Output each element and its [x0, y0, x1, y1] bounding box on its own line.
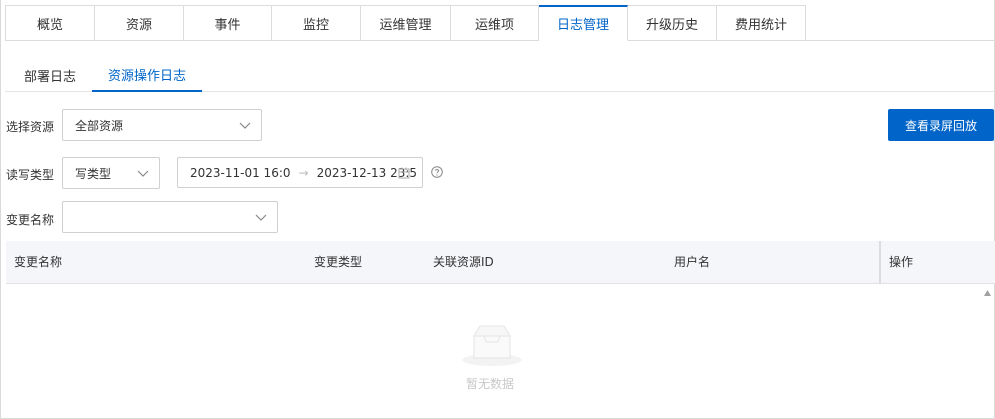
- change-name-label: 变更名称: [6, 213, 55, 227]
- time-range-picker[interactable]: 2023-11-01 16:0 → 2023-12-13 23:5: [177, 157, 423, 188]
- tab-overview[interactable]: 概览: [5, 5, 95, 41]
- tab-log-management[interactable]: 日志管理: [539, 5, 628, 41]
- col-username: 用户名: [674, 255, 711, 269]
- change-name-select[interactable]: [62, 201, 278, 233]
- fixed-column-divider: [879, 241, 881, 284]
- tab-upgrade-history[interactable]: 升级历史: [628, 5, 717, 41]
- rw-type-label: 读写类型: [6, 168, 55, 182]
- chevron-down-icon: [137, 170, 149, 177]
- sub-tabs: 部署日志 资源操作日志: [8, 58, 203, 92]
- resource-label: 选择资源: [6, 120, 55, 134]
- col-resource-id: 关联资源ID: [433, 255, 494, 269]
- calendar-icon: [398, 167, 410, 179]
- rw-type-select[interactable]: 写类型: [62, 157, 160, 189]
- col-change-type: 变更类型: [314, 255, 363, 269]
- col-change-name: 变更名称: [14, 255, 63, 269]
- scroll-up-icon[interactable]: [984, 290, 991, 296]
- chevron-down-icon: [255, 214, 267, 221]
- tab-cost-stats[interactable]: 费用统计: [717, 5, 806, 41]
- resource-select[interactable]: 全部资源: [62, 109, 262, 141]
- tab-resources[interactable]: 资源: [95, 5, 184, 41]
- subtab-resource-op-log[interactable]: 资源操作日志: [92, 58, 203, 92]
- tab-monitoring[interactable]: 监控: [272, 5, 361, 41]
- arrow-right-icon: →: [298, 165, 309, 180]
- start-time: 2023-11-01 16:0: [190, 165, 291, 180]
- chevron-down-icon: [239, 122, 251, 129]
- tab-ops-management[interactable]: 运维管理: [361, 5, 451, 41]
- tab-events[interactable]: 事件: [184, 5, 272, 41]
- empty-inbox-icon: [462, 325, 522, 366]
- empty-state-text: 暂无数据: [466, 377, 515, 391]
- col-actions: 操作: [889, 255, 914, 269]
- view-screen-replay-button[interactable]: 查看录屏回放: [888, 109, 994, 141]
- help-icon[interactable]: [431, 166, 443, 178]
- table-header: 变更名称 变更类型 关联资源ID 用户名 操作: [6, 241, 995, 284]
- subtab-deploy-log[interactable]: 部署日志: [8, 58, 92, 92]
- rw-type-select-value: 写类型: [75, 166, 112, 181]
- top-tabs: 概览 资源 事件 监控 运维管理 运维项 日志管理 升级历史 费用统计: [5, 5, 806, 41]
- resource-select-value: 全部资源: [75, 118, 124, 133]
- tab-ops-items[interactable]: 运维项: [451, 5, 539, 41]
